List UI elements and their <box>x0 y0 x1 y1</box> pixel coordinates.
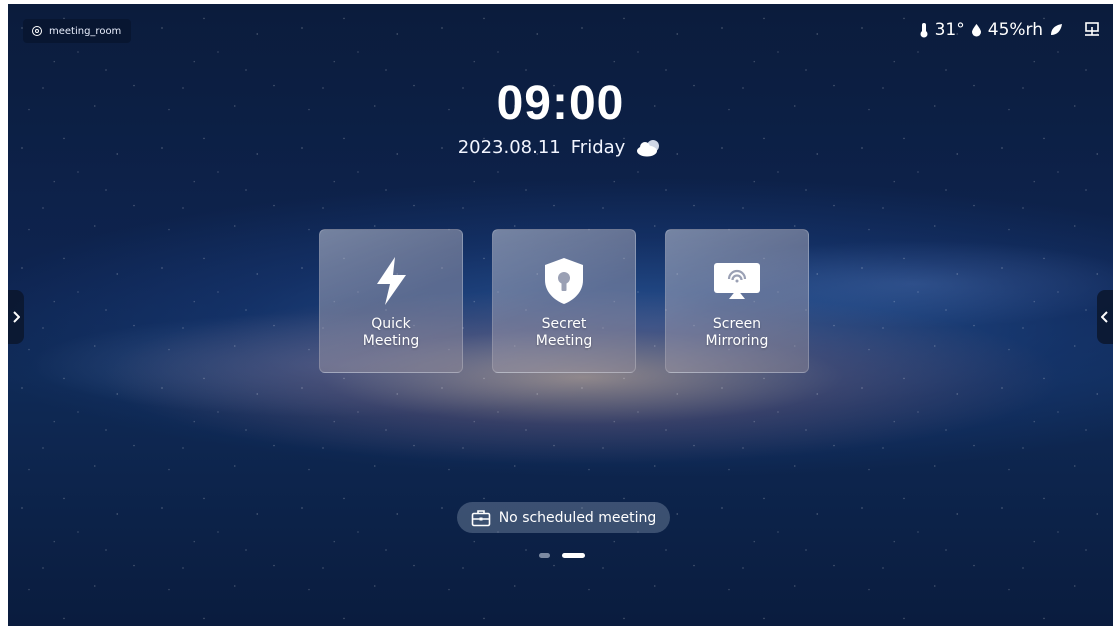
chevron-right-icon <box>13 311 20 323</box>
shield-lock-icon <box>545 258 583 304</box>
humidity-drop-icon <box>971 24 981 37</box>
action-cards: Quick Meeting Secret Meeting Screen Mirr… <box>319 229 809 373</box>
leaf-icon <box>1051 24 1062 35</box>
screen-mirroring-card[interactable]: Screen Mirroring <box>665 229 809 373</box>
clock-time: 09:00 <box>496 77 625 130</box>
screen-mirroring-label: Screen Mirroring <box>705 316 769 349</box>
humidity-value: 45%rh <box>987 20 1043 40</box>
left-drawer-handle[interactable] <box>8 290 24 344</box>
right-drawer-handle[interactable] <box>1097 290 1113 344</box>
schedule-pill[interactable]: No scheduled meeting <box>457 502 670 533</box>
status-bar: 31° 45%rh <box>919 18 1101 42</box>
location-chip[interactable]: meeting_room <box>23 19 132 43</box>
thermometer-icon <box>920 23 928 38</box>
weekday-value: Friday <box>570 137 626 158</box>
date-row: 2023.08.11 Friday <box>8 137 1113 158</box>
briefcase-icon <box>471 509 491 526</box>
network-icon[interactable] <box>1083 22 1101 38</box>
page-dot-active[interactable] <box>562 553 585 558</box>
page-indicator <box>539 553 585 558</box>
home-screen: meeting_room 31° 45%rh 09:00 2023.08.11 … <box>8 4 1113 626</box>
quick-meeting-label: Quick Meeting <box>362 316 420 349</box>
page-dot[interactable] <box>539 553 550 558</box>
chevron-left-icon <box>1101 311 1108 323</box>
location-name: meeting_room <box>49 25 122 37</box>
temperature-value: 31° <box>934 20 965 40</box>
location-pin-icon <box>32 26 42 36</box>
screen-mirroring-icon <box>714 263 760 299</box>
date-value: 2023.08.11 <box>457 137 561 158</box>
quick-meeting-card[interactable]: Quick Meeting <box>319 229 463 373</box>
secret-meeting-card[interactable]: Secret Meeting <box>492 229 636 373</box>
lightning-icon <box>377 257 406 305</box>
secret-meeting-label: Secret Meeting <box>535 316 593 349</box>
cloudy-icon <box>637 139 660 156</box>
schedule-text: No scheduled meeting <box>498 509 657 526</box>
